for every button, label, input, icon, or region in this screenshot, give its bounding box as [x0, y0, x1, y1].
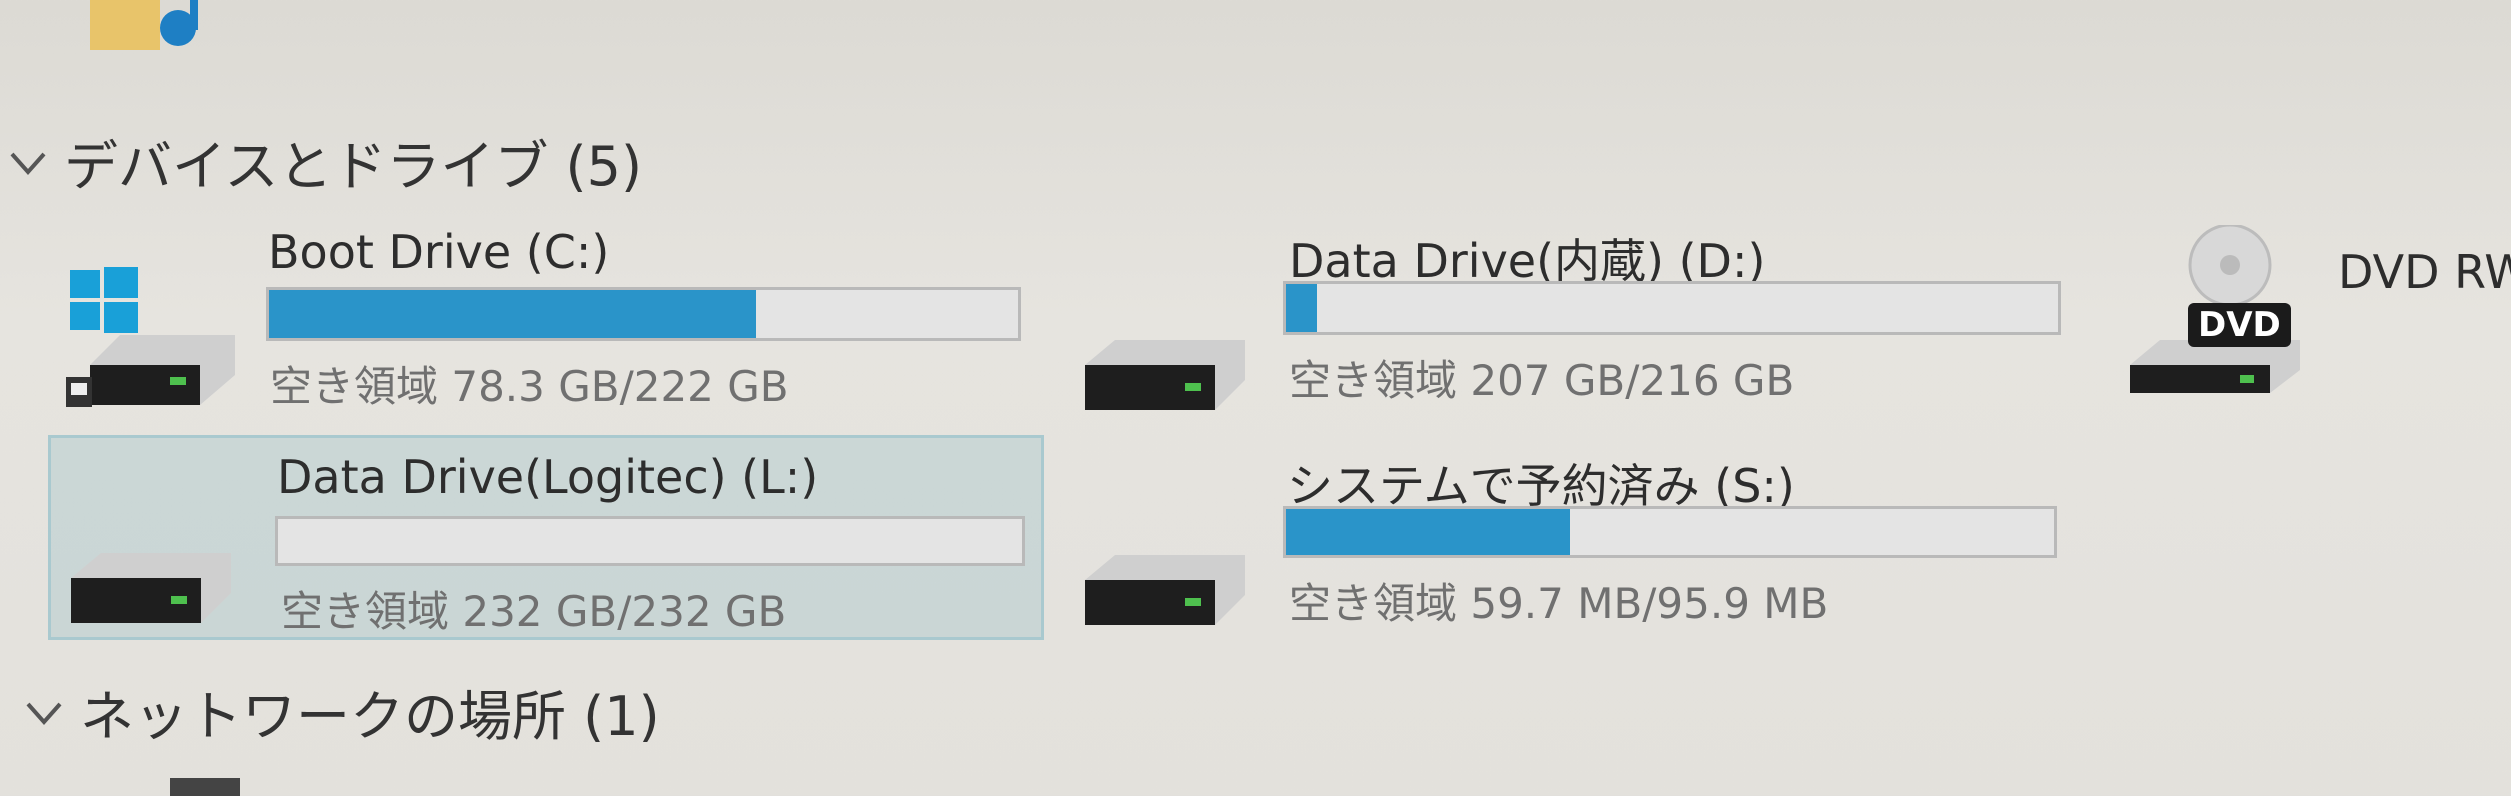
windows-drive-icon — [66, 267, 235, 407]
network-section-header[interactable]: ネットワークの場所 (1) — [22, 672, 660, 751]
drive-usage-fill-s — [1286, 509, 1571, 555]
drive-item-c[interactable]: Boot Drive (C:) 空き領域 78.3 GB/222 GB — [60, 225, 1040, 415]
drive-usage-fill-c — [269, 290, 756, 338]
drive-item-dvd[interactable]: DVD DVD RW — [2120, 225, 2511, 415]
drive-usage-fill-d — [1286, 284, 1317, 332]
drive-title-dvd: DVD RW — [2338, 245, 2511, 299]
drive-usage-bar-s — [1283, 506, 2057, 558]
drive-title-c: Boot Drive (C:) — [268, 225, 610, 279]
hard-drive-icon — [1085, 340, 1245, 410]
chevron-down-icon — [26, 702, 62, 725]
drive-usage-bar-c — [266, 287, 1021, 341]
drive-space-s: 空き領域 59.7 MB/95.9 MB — [1289, 579, 1829, 628]
devices-section-title: デバイスとドライブ (5) — [64, 135, 643, 198]
network-section-title: ネットワークの場所 (1) — [80, 685, 660, 748]
drive-item-d[interactable]: Data Drive(内蔵) (D:) 空き領域 207 GB/216 GB — [1085, 225, 2065, 415]
music-folder-icon[interactable] — [90, 0, 210, 60]
drive-title-l: Data Drive(Logitec) (L:) — [277, 450, 819, 504]
drive-item-s[interactable]: システムで予約済み (S:) 空き領域 59.7 MB/95.9 MB — [1085, 450, 2065, 640]
devices-section-header[interactable]: デバイスとドライブ (5) — [6, 122, 642, 201]
hard-drive-icon — [71, 553, 231, 623]
drive-usage-bar-l — [275, 516, 1025, 566]
drive-item-l[interactable]: Data Drive(Logitec) (L:) 空き領域 232 GB/232… — [48, 435, 1044, 640]
network-location-icon[interactable] — [170, 778, 240, 796]
drive-usage-bar-d — [1283, 281, 2061, 335]
hard-drive-icon — [1085, 555, 1245, 625]
chevron-down-icon — [10, 152, 46, 175]
drive-space-l: 空き領域 232 GB/232 GB — [281, 587, 787, 636]
dvd-badge: DVD — [2188, 303, 2291, 347]
drive-space-d: 空き領域 207 GB/216 GB — [1289, 356, 1795, 405]
drive-space-c: 空き領域 78.3 GB/222 GB — [270, 362, 789, 411]
